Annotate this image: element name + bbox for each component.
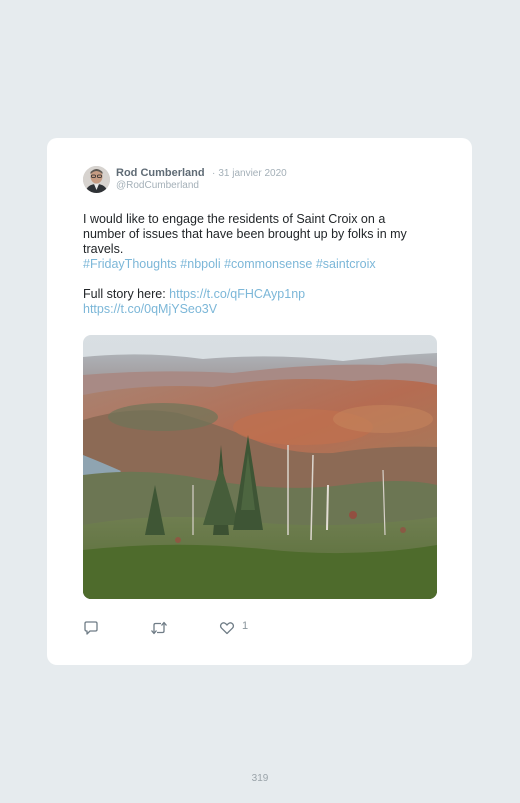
tweet-card: Rod Cumberland · 31 janvier 2020 @RodCumb… <box>47 138 472 665</box>
hashtag-link[interactable]: #commonsense <box>224 257 312 271</box>
hashtag-link[interactable]: #nbpoli <box>180 257 220 271</box>
story-link[interactable]: https://t.co/qFHCAyp1np <box>169 287 305 301</box>
tweet-text: I would like to engage the residents of … <box>83 212 443 317</box>
hashtag-link[interactable]: #FridayThoughts <box>83 257 177 271</box>
heart-icon <box>219 622 235 635</box>
story-line: Full story here: https://t.co/qFHCAyp1np <box>83 287 443 302</box>
page-number: 319 <box>251 773 269 784</box>
retweet-icon <box>151 621 167 635</box>
author-name[interactable]: Rod Cumberland <box>116 167 205 179</box>
author-handle[interactable]: @RodCumberland <box>116 180 199 191</box>
tweet-text-line: I would like to engage the residents of … <box>83 212 386 226</box>
reply-button[interactable] <box>83 620 99 636</box>
media-link[interactable]: https://t.co/0qMjYSeo3V <box>83 302 217 316</box>
hashtag-link[interactable]: #saintcroix <box>316 257 376 271</box>
tweet-photo[interactable] <box>83 335 437 599</box>
tweet-text-line: travels. <box>83 242 124 256</box>
avatar[interactable] <box>83 166 110 193</box>
like-count: 1 <box>242 620 249 632</box>
tweet-date-text: 31 janvier 2020 <box>218 168 287 179</box>
story-prefix: Full story here: <box>83 287 166 301</box>
hashtag-line: #FridayThoughts #nbpoli #commonsense #sa… <box>83 257 443 272</box>
media-link-line: https://t.co/0qMjYSeo3V <box>83 302 443 317</box>
tweet-text-line: number of issues that have been brought … <box>83 227 407 241</box>
like-button[interactable] <box>219 620 235 636</box>
avatar-image <box>83 166 110 193</box>
date-separator: · <box>212 168 216 179</box>
reply-icon <box>84 621 98 635</box>
retweet-button[interactable] <box>150 620 168 636</box>
tweet-date[interactable]: · 31 janvier 2020 <box>212 168 287 179</box>
landscape-image <box>83 335 437 599</box>
